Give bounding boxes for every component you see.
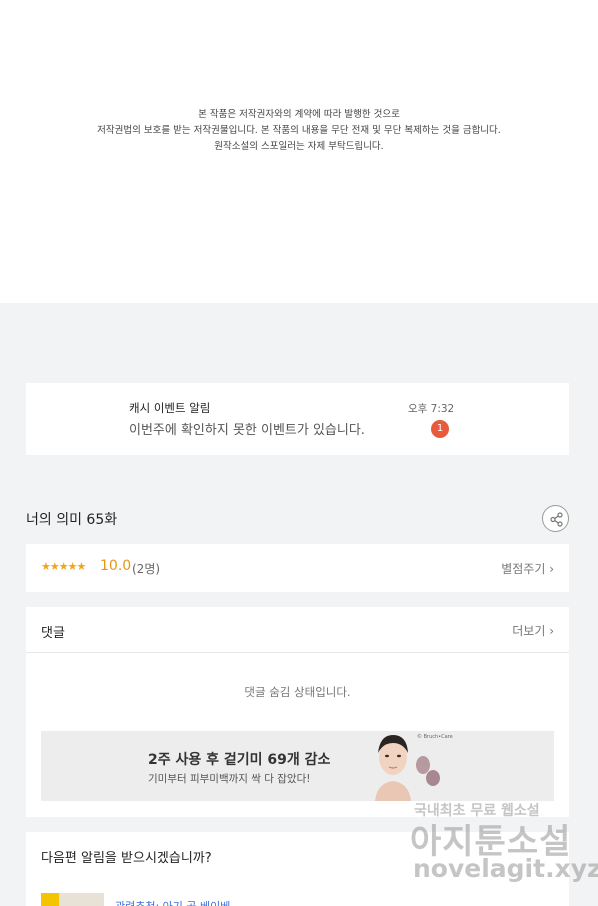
comments-section: 댓글 더보기 › 댓글 숨김 상태입니다. 2주 사용 후 겉기미 69개 감소… bbox=[26, 607, 569, 817]
copyright-text: 본 작품은 저작권자와의 계약에 따라 발행한 것으로 저작권법의 보호를 받는… bbox=[0, 107, 598, 155]
watermark-url: novelagit.xyz bbox=[413, 854, 598, 883]
rate-button[interactable]: 별점주기 › bbox=[501, 560, 554, 577]
comments-header: 댓글 더보기 › bbox=[26, 607, 569, 653]
notice-line-2: 저작권법의 보호를 받는 저작권물입니다. 본 작품의 내용을 무단 전재 및 … bbox=[97, 125, 501, 136]
site-watermark: 국내최초 무료 웹소설 아지툰소설 novelagit.xyz bbox=[410, 800, 598, 890]
copyright-notice: 본 작품은 저작권자와의 계약에 따라 발행한 것으로 저작권법의 보호를 받는… bbox=[0, 0, 598, 303]
ad-decoration-icon bbox=[416, 756, 440, 786]
notice-line-3: 원작소설의 스포일러는 자제 부탁드립니다. bbox=[214, 141, 384, 152]
ad-banner[interactable]: 2주 사용 후 겉기미 69개 감소 기미부터 피부미백까지 싹 다 잡았다! … bbox=[41, 731, 554, 801]
rating-score: 10.0 bbox=[100, 558, 132, 574]
comments-more-button[interactable]: 더보기 › bbox=[512, 622, 554, 639]
recommendation-thumbnail[interactable] bbox=[41, 893, 104, 906]
rating-stars: ★★★★★ bbox=[41, 560, 86, 573]
share-icon bbox=[550, 512, 563, 527]
recommendation-link[interactable]: 관련추천: 아기 곰 베이베 bbox=[115, 898, 230, 906]
comments-hidden-message: 댓글 숨김 상태입니다. bbox=[244, 685, 351, 699]
comments-title: 댓글 bbox=[41, 626, 65, 641]
event-message: 이번주에 확인하지 못한 이벤트가 있습니다. bbox=[129, 423, 365, 438]
event-time: 오후 7:32 bbox=[408, 403, 455, 415]
notice-line-1: 본 작품은 저작권자와의 계약에 따라 발행한 것으로 bbox=[198, 109, 400, 120]
ad-brand: © Bruch•Care bbox=[417, 734, 453, 740]
episode-title: 너의 의미 65화 bbox=[26, 512, 118, 528]
rating-count: (2명) bbox=[132, 562, 161, 576]
rating-bar: ★★★★★ 10.0 (2명) 별점주기 › bbox=[26, 544, 569, 592]
cash-event-notification[interactable]: 캐시 이벤트 알림 이번주에 확인하지 못한 이벤트가 있습니다. 오후 7:3… bbox=[26, 383, 569, 455]
ad-headline: 2주 사용 후 겉기미 69개 감소 bbox=[148, 752, 331, 768]
share-button[interactable] bbox=[542, 505, 569, 532]
clock-icon bbox=[41, 893, 59, 906]
next-alert-title: 다음편 알림을 받으시겠습니까? bbox=[41, 851, 212, 866]
ad-subline: 기미부터 피부미백까지 싹 다 잡았다! bbox=[148, 773, 311, 785]
event-count-badge: 1 bbox=[431, 420, 449, 438]
event-title: 캐시 이벤트 알림 bbox=[129, 401, 211, 415]
